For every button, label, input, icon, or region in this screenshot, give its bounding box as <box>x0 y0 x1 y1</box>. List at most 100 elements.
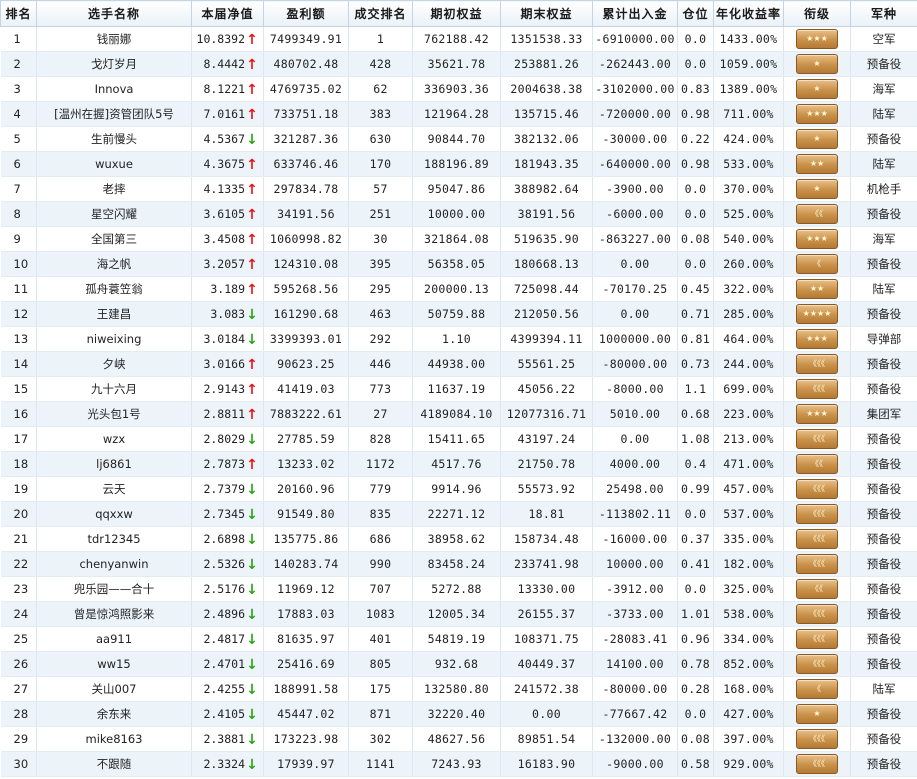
annual-return-cell: 223.00% <box>713 401 784 427</box>
end-equity-cell: 89851.54 <box>500 726 593 752</box>
arrow-up-icon: ↑ <box>246 281 258 298</box>
insignia-cell: 《《 <box>783 451 851 477</box>
position-cell: 0.78 <box>677 651 714 677</box>
nav-cell: 2.6898↓ <box>191 526 264 552</box>
rank-insignia-icon: ★★★ <box>796 229 838 249</box>
init-equity-cell: 762188.42 <box>412 26 501 52</box>
player-name-link[interactable]: aa911 <box>36 626 192 652</box>
branch-cell: 陆军 <box>850 151 917 177</box>
nav-value: 2.4896 <box>203 606 245 621</box>
end-equity-cell: 40449.37 <box>500 651 593 677</box>
player-name-link[interactable]: 海之帆 <box>36 251 192 277</box>
table-row: 5 生前慢头 4.5367↓ 321287.36 630 90844.70 382132.0… <box>0 126 917 152</box>
table-row: 26 ww15 2.4701↓ 25416.69 805 932.68 40449.37 14… <box>0 651 917 677</box>
player-name-link[interactable]: 光头包1号 <box>36 401 192 427</box>
nav-value: 4.1335 <box>203 181 245 196</box>
rank-insignia-icon: 《《《 <box>796 354 838 374</box>
trade-rank-cell: 401 <box>348 626 413 652</box>
cum-flow-cell: -132000.00 <box>592 726 678 752</box>
player-name-link[interactable]: 老摔 <box>36 176 192 202</box>
end-equity-cell: 725098.44 <box>500 276 593 302</box>
player-name-link[interactable]: mike8163 <box>36 726 192 752</box>
player-name-link[interactable]: 孤舟蓑笠翁 <box>36 276 192 302</box>
nav-cell: 2.3324↓ <box>191 751 264 777</box>
nav-value: 2.3324 <box>203 756 245 771</box>
player-name-link[interactable]: 全国第三 <box>36 226 192 252</box>
cum-flow-cell: -9000.00 <box>592 751 678 777</box>
player-name-link[interactable]: tdr12345 <box>36 526 192 552</box>
branch-cell: 陆军 <box>850 676 917 702</box>
arrow-down-icon: ↓ <box>246 756 258 773</box>
player-name-link[interactable]: 九十六月 <box>36 376 192 402</box>
branch-cell: 机枪手 <box>850 176 917 202</box>
col-end-equity-header[interactable]: 期末权益 <box>500 0 593 27</box>
player-name-link[interactable]: wzx <box>36 426 192 452</box>
col-position-header[interactable]: 仓位 <box>677 0 714 27</box>
col-insignia-header[interactable]: 衔级 <box>783 0 851 27</box>
annual-return-cell: 540.00% <box>713 226 784 252</box>
rank-insignia-icon: ★ <box>796 79 838 99</box>
profit-cell: 321287.36 <box>263 126 349 152</box>
cum-flow-cell: -640000.00 <box>592 151 678 177</box>
player-name-link[interactable]: lj6861 <box>36 451 192 477</box>
insignia-cell: ★ <box>783 51 851 77</box>
col-init-equity-header[interactable]: 期初权益 <box>412 0 501 27</box>
player-name-link[interactable]: ww15 <box>36 651 192 677</box>
player-name-link[interactable]: [温州在握]资管团队5号 <box>36 101 192 127</box>
rank-cell: 30 <box>0 751 37 777</box>
nav-value: 4.3675 <box>203 156 245 171</box>
player-name-link[interactable]: 夕峡 <box>36 351 192 377</box>
table-row: 27 关山007 2.4255↓ 188991.58 175 132580.80 24157… <box>0 676 917 702</box>
nav-value: 2.7379 <box>203 481 245 496</box>
arrow-down-icon: ↓ <box>246 731 258 748</box>
table-row: 1 钱丽娜 10.8392↑ 7499349.91 1 762188.42 1351538.… <box>0 26 917 52</box>
player-name-link[interactable]: niweixing <box>36 326 192 352</box>
player-name-link[interactable]: chenyanwin <box>36 551 192 577</box>
player-name-link[interactable]: 戈灯岁月 <box>36 51 192 77</box>
player-name-link[interactable]: 余东来 <box>36 701 192 727</box>
col-nav-header[interactable]: 本届净值 <box>191 0 264 27</box>
insignia-cell: 《《《 <box>783 426 851 452</box>
nav-value: 2.5176 <box>203 581 245 596</box>
arrow-down-icon: ↓ <box>246 606 258 623</box>
col-cum-flow-header[interactable]: 累计出入金 <box>592 0 678 27</box>
player-name-link[interactable]: wuxue <box>36 151 192 177</box>
col-name-header[interactable]: 选手名称 <box>36 0 192 27</box>
insignia-cell: 《《《 <box>783 526 851 552</box>
rank-insignia-icon: 《《《 <box>796 604 838 624</box>
rank-insignia-icon: ★ <box>796 129 838 149</box>
player-name-link[interactable]: 星空闪耀 <box>36 201 192 227</box>
annual-return-cell: 711.00% <box>713 101 784 127</box>
player-name-link[interactable]: 关山007 <box>36 676 192 702</box>
player-name-link[interactable]: 钱丽娜 <box>36 26 192 52</box>
player-name-link[interactable]: 不跟随 <box>36 751 192 777</box>
rank-cell: 1 <box>0 26 37 52</box>
position-cell: 0.45 <box>677 276 714 302</box>
cum-flow-cell: -3912.00 <box>592 576 678 602</box>
col-branch-header[interactable]: 军种 <box>850 0 917 27</box>
branch-cell: 预备役 <box>850 751 917 777</box>
insignia-cell: ★ <box>783 701 851 727</box>
arrow-up-icon: ↑ <box>246 81 258 98</box>
player-name-link[interactable]: Innova <box>36 76 192 102</box>
profit-cell: 135775.86 <box>263 526 349 552</box>
insignia-cell: 《《 <box>783 201 851 227</box>
trade-rank-cell: 428 <box>348 51 413 77</box>
col-rank-header[interactable]: 排名 <box>0 0 37 27</box>
player-name-link[interactable]: qqxxw <box>36 501 192 527</box>
profit-cell: 733751.18 <box>263 101 349 127</box>
player-name-link[interactable]: 兜乐园——合十 <box>36 576 192 602</box>
player-name-link[interactable]: 生前慢头 <box>36 126 192 152</box>
col-profit-header[interactable]: 盈利额 <box>263 0 349 27</box>
position-cell: 0.0 <box>677 701 714 727</box>
player-name-link[interactable]: 王建昌 <box>36 301 192 327</box>
end-equity-cell: 12077316.71 <box>500 401 593 427</box>
col-annual-header[interactable]: 年化收益率 <box>713 0 784 27</box>
trade-rank-cell: 835 <box>348 501 413 527</box>
player-name-link[interactable]: 云天 <box>36 476 192 502</box>
nav-value: 2.7345 <box>203 506 245 521</box>
insignia-cell: ★★★ <box>783 401 851 427</box>
col-trade-rank-header[interactable]: 成交排名 <box>348 0 413 27</box>
player-name-link[interactable]: 曾是惊鸿照影来 <box>36 601 192 627</box>
init-equity-cell: 50759.88 <box>412 301 501 327</box>
